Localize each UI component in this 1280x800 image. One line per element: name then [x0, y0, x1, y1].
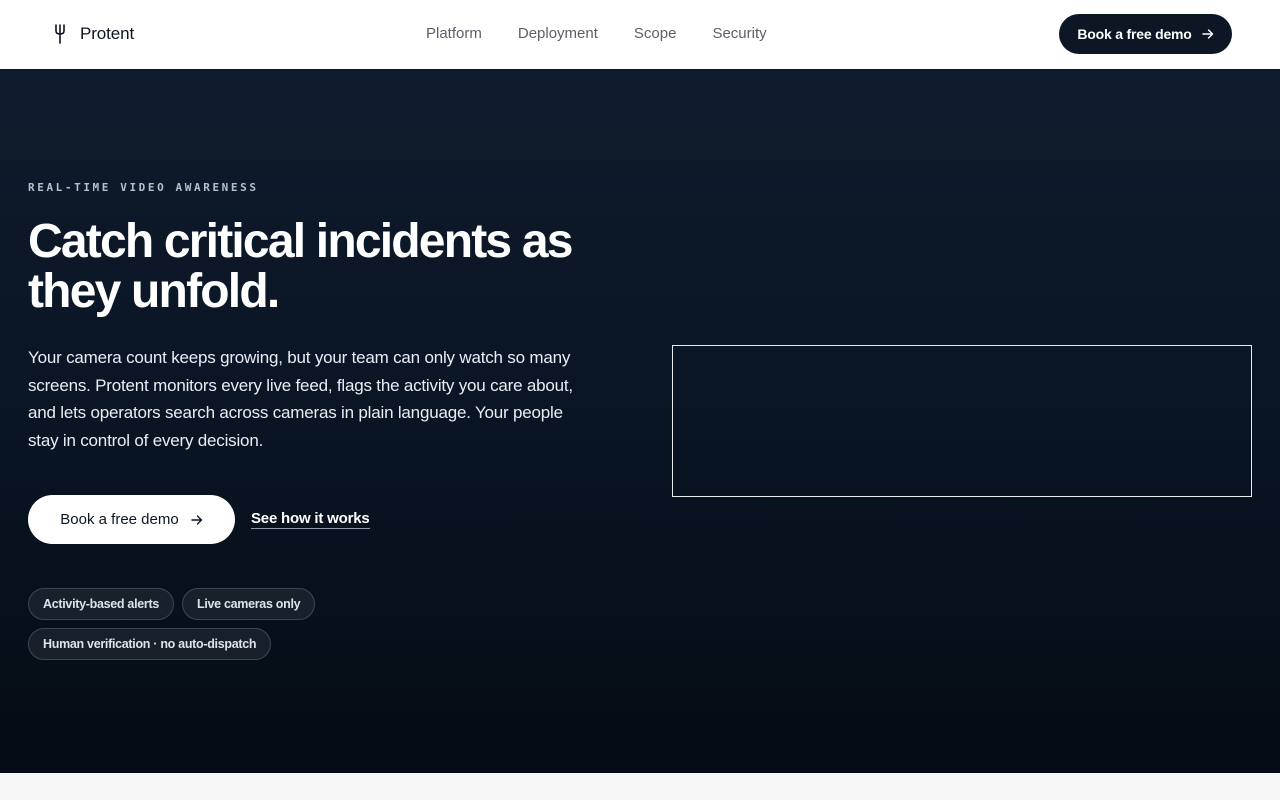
nav-item-scope[interactable]: Scope: [634, 24, 677, 44]
brand-logo-link[interactable]: Protent: [54, 22, 134, 46]
pill-live-cameras-only: Live cameras only: [181, 588, 316, 620]
feature-pills: Activity-based alerts Live cameras only …: [28, 588, 348, 660]
site-header: Protent Platform Deployment Scope Securi…: [0, 0, 1280, 69]
arrow-right-icon: [1201, 29, 1213, 39]
trident-icon: [55, 24, 65, 44]
hero-section: REAL-TIME VIDEO AWARENESS Catch critical…: [0, 69, 1280, 773]
hero-description: Your camera count keeps growing, but you…: [28, 348, 573, 450]
header-book-demo-button[interactable]: Book a free demo: [1059, 14, 1232, 54]
next-section: [0, 773, 1280, 800]
hero-headline: Catch critical incidents as they unfold.: [28, 215, 573, 318]
pill-human-verification: Human verification · no auto-dispatch: [28, 628, 272, 660]
hero-video-frame: [672, 345, 1252, 497]
hero-book-demo-button[interactable]: Book a free demo: [28, 495, 235, 544]
nav-item-platform[interactable]: Platform: [426, 24, 482, 44]
pill-activity-based-alerts: Activity-based alerts: [28, 588, 174, 620]
hero-book-demo-label: Book a free demo: [60, 511, 179, 528]
nav-item-security[interactable]: Security: [712, 24, 766, 44]
main-nav: Platform Deployment Scope Security: [426, 24, 767, 44]
brand-name: Protent: [80, 24, 135, 43]
arrow-right-icon: [191, 514, 202, 525]
hero-eyebrow: REAL-TIME VIDEO AWARENESS: [28, 181, 259, 194]
nav-item-deployment[interactable]: Deployment: [518, 24, 598, 44]
header-book-demo-label: Book a free demo: [1077, 26, 1192, 42]
see-how-it-works-link[interactable]: See how it works: [251, 510, 370, 529]
